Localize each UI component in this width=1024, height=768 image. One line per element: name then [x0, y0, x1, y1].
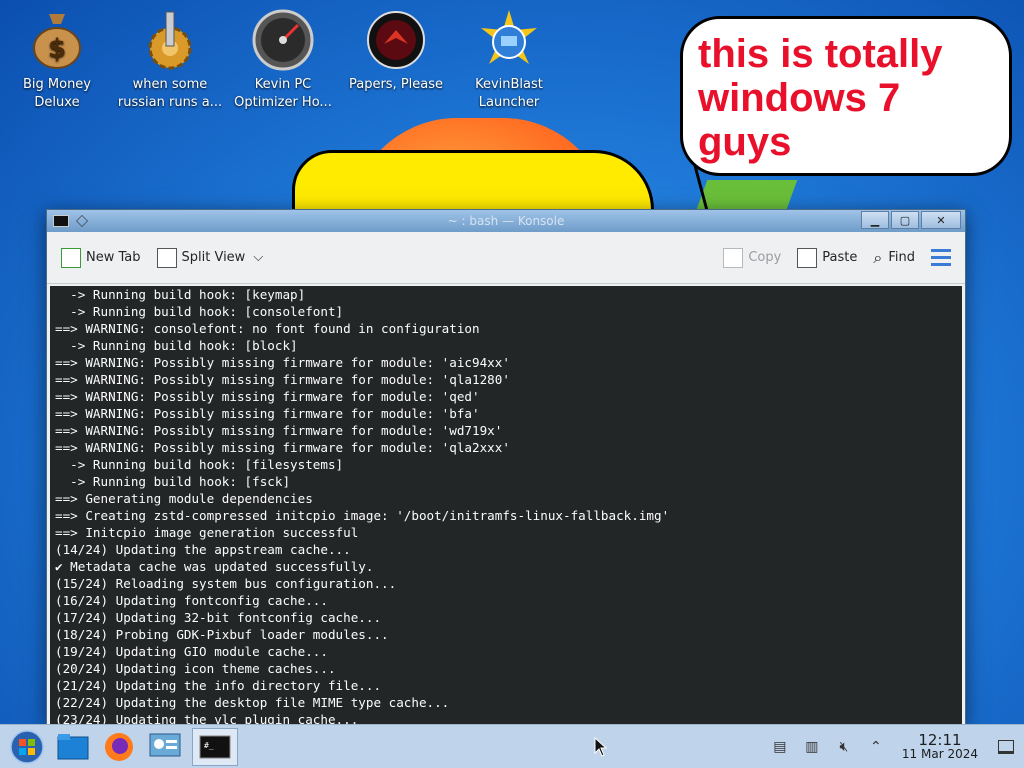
close-button[interactable]: ✕	[921, 211, 961, 229]
terminal-line: ==> WARNING: Possibly missing firmware f…	[55, 440, 510, 455]
maximize-icon: ▢	[899, 213, 911, 227]
chevron-down-icon[interactable]: ⌵	[253, 250, 263, 265]
desktop-icon-big-money-deluxe[interactable]: $ Big Money Deluxe	[2, 8, 112, 112]
terminal-line: (14/24) Updating the appstream cache...	[55, 542, 351, 557]
terminal-line: (21/24) Updating the info directory file…	[55, 678, 382, 693]
chevron-up-icon[interactable]: ⌃	[867, 738, 885, 756]
minimize-button[interactable]: ▁	[861, 211, 889, 229]
maximize-button[interactable]: ▢	[891, 211, 919, 229]
start-button[interactable]	[8, 728, 46, 766]
paste-icon	[797, 247, 818, 268]
konsole-toolbar: New Tab Split View ⌵ Copy Paste ⌕ Find	[47, 232, 965, 284]
desktop-icon-russian-runs[interactable]: when some russian runs a...	[115, 8, 225, 112]
gear-icon	[138, 8, 202, 72]
terminal-line: (16/24) Updating fontconfig cache...	[55, 593, 328, 608]
desktop-icon-label: KevinBlast	[475, 77, 543, 92]
taskbar-file-manager[interactable]	[54, 728, 92, 766]
copy-icon	[723, 247, 744, 268]
search-icon: ⌕	[873, 247, 883, 267]
desktop-icon-label: russian runs a...	[117, 95, 223, 110]
desktop-icon-label: when some	[132, 77, 208, 92]
split-view-label: Split View	[181, 250, 246, 265]
clock-time: 12:11	[918, 731, 962, 749]
window-title: ~ : bash — Konsole	[447, 214, 565, 228]
terminal-line: (23/24) Updating the vlc plugin cache...	[55, 712, 359, 724]
desktop-icon-kevinblast-launcher[interactable]: KevinBlast Launcher	[454, 8, 564, 112]
svg-text:#_: #_	[204, 741, 214, 750]
desktop-icon-label: Papers, Please	[348, 77, 444, 92]
terminal-line: -> Running build hook: [consolefont]	[55, 304, 344, 319]
terminal-line: (20/24) Updating icon theme caches...	[55, 661, 336, 676]
konsole-window[interactable]: ~ : bash — Konsole ▁ ▢ ✕ New Tab Split V…	[46, 209, 966, 725]
hamburger-menu-icon[interactable]	[931, 249, 951, 266]
terminal-line: ==> WARNING: Possibly missing firmware f…	[55, 372, 510, 387]
speedometer-icon	[251, 8, 315, 72]
find-button[interactable]: ⌕ Find	[873, 248, 915, 268]
clock-date: 11 Mar 2024	[901, 747, 978, 761]
desktop-icon-papers-please[interactable]: Papers, Please	[341, 8, 451, 94]
terminal-line: -> Running build hook: [fsck]	[55, 474, 291, 489]
desktop-icon-label: Big Money	[22, 77, 91, 92]
mouse-cursor-icon	[594, 737, 608, 757]
new-tab-label: New Tab	[86, 250, 141, 265]
terminal-line: ==> WARNING: Possibly missing firmware f…	[55, 389, 480, 404]
split-view-button[interactable]: Split View ⌵	[156, 247, 263, 268]
volume-muted-icon[interactable]: 🔇︎	[835, 738, 853, 756]
terminal-line: (22/24) Updating the desktop file MIME t…	[55, 695, 450, 710]
papers-please-icon	[364, 8, 428, 72]
taskbar: #_ ▤ ▥ 🔇︎ ⌃ 12:11 11 Mar 2024	[0, 724, 1024, 768]
terminal-line: ==> WARNING: Possibly missing firmware f…	[55, 423, 503, 438]
taskbar-konsole[interactable]: #_	[192, 727, 238, 766]
paste-button[interactable]: Paste	[797, 247, 858, 268]
desktop-icon-label: Launcher	[478, 95, 540, 110]
terminal-line: (17/24) Updating 32-bit fontconfig cache…	[55, 610, 382, 625]
terminal-line: (18/24) Probing GDK-Pixbuf loader module…	[55, 627, 389, 642]
desktop-icon-label: Kevin PC	[254, 77, 312, 92]
clipboard-icon[interactable]: ▤	[771, 738, 789, 756]
money-bag-icon: $	[25, 8, 89, 72]
terminal-line: ==> Generating module dependencies	[55, 491, 313, 506]
terminal-line: (15/24) Reloading system bus configurati…	[55, 576, 397, 591]
konsole-icon: #_	[199, 735, 231, 758]
svg-text:$: $	[48, 34, 66, 64]
taskbar-firefox[interactable]	[100, 728, 138, 766]
system-settings-icon	[149, 733, 181, 756]
terminal-line: (19/24) Updating GIO module cache...	[55, 644, 328, 659]
copy-button[interactable]: Copy	[723, 247, 782, 268]
terminal-line: ==> Creating zstd-compressed initcpio im…	[55, 508, 670, 523]
taskbar-system-settings[interactable]	[146, 728, 184, 766]
terminal-line: ==> WARNING: Possibly missing firmware f…	[55, 406, 480, 421]
system-tray: ▤ ▥ 🔇︎ ⌃ 12:11 11 Mar 2024	[764, 725, 1024, 768]
new-tab-icon	[61, 247, 81, 268]
firefox-icon	[105, 732, 133, 761]
terminal-line: ==> WARNING: Possibly missing firmware f…	[55, 355, 510, 370]
minimize-icon: ▁	[870, 213, 880, 227]
find-label: Find	[888, 250, 915, 265]
terminal-line: ✔ Metadata cache was updated successfull…	[55, 559, 374, 574]
desktop-icon-label: Optimizer Ho...	[234, 95, 332, 110]
globe-disc-icon	[477, 8, 541, 72]
terminal-line: ==> Initcpio image generation successful	[55, 525, 359, 540]
split-view-icon	[156, 247, 177, 268]
terminal-line: ==> WARNING: consolefont: no font found …	[55, 321, 480, 336]
close-icon: ✕	[936, 213, 946, 227]
speech-bubble-text: this is totally windows 7 guys	[698, 32, 943, 164]
terminal-line: -> Running build hook: [block]	[55, 338, 298, 353]
new-tab-button[interactable]: New Tab	[61, 247, 141, 268]
terminal-line: -> Running build hook: [filesystems]	[55, 457, 344, 472]
file-manager-icon	[57, 733, 89, 759]
terminal-output[interactable]: -> Running build hook: [keymap] -> Runni…	[50, 286, 962, 724]
desktop-icon-kevin-pc-optimizer[interactable]: Kevin PC Optimizer Ho...	[228, 8, 338, 112]
paste-label: Paste	[822, 250, 858, 265]
show-desktop-icon[interactable]	[998, 740, 1014, 754]
desktop-icon-label: Deluxe	[34, 95, 80, 110]
start-orb-icon	[10, 729, 44, 764]
window-titlebar[interactable]: ~ : bash — Konsole ▁ ▢ ✕	[47, 210, 965, 232]
notes-icon[interactable]: ▥	[803, 738, 821, 756]
clock[interactable]: 12:11 11 Mar 2024	[901, 731, 978, 762]
terminal-line: -> Running build hook: [keymap]	[55, 287, 306, 302]
copy-label: Copy	[748, 250, 782, 265]
